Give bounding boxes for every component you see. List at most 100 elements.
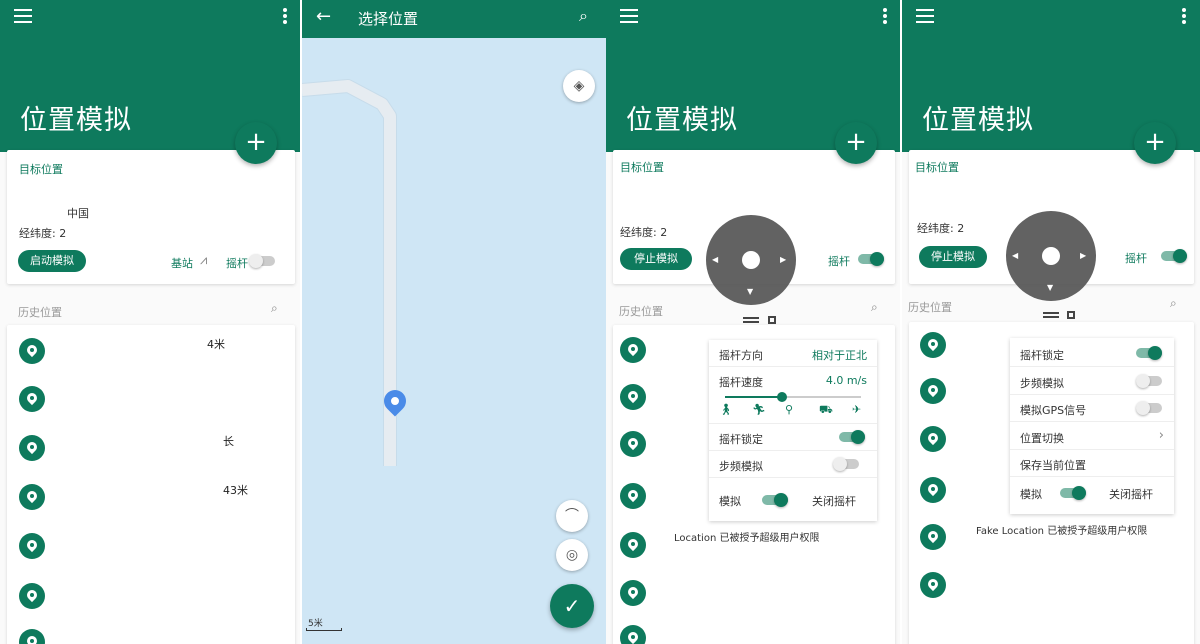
more-icon[interactable] (1182, 8, 1186, 26)
search-icon[interactable]: ⌕ (579, 6, 588, 26)
search-icon[interactable]: ⌕ (1170, 296, 1177, 311)
coords-text: 经纬度: 2 (917, 222, 965, 235)
speed-value: 4.0 m/s (825, 374, 867, 387)
step-toggle[interactable] (1136, 374, 1162, 388)
plane-icon[interactable]: ✈︎ (852, 403, 861, 416)
arrow-down-icon: ▼ (1047, 283, 1054, 292)
history-pin-icon[interactable] (920, 378, 946, 404)
history-pin-icon[interactable] (620, 337, 646, 363)
history-pin-icon[interactable] (19, 533, 45, 559)
page-title: 位置模拟 (626, 105, 738, 136)
run-icon[interactable]: 🏃︎ (752, 403, 766, 416)
car-icon[interactable]: ⛟ (819, 403, 833, 418)
target-label: 目标位置 (620, 161, 664, 174)
history-item[interactable]: 长 (223, 433, 234, 449)
lock-toggle[interactable] (839, 430, 865, 444)
joystick-knob[interactable] (1042, 247, 1060, 265)
window-icon[interactable] (1067, 311, 1075, 319)
history-pin-icon[interactable] (920, 332, 946, 358)
sim-toggle[interactable] (762, 493, 788, 507)
stop-sim-button[interactable]: 停止模拟 (620, 248, 692, 270)
joystick-control[interactable]: ◀ ▶ ▼ (706, 215, 796, 305)
history-pin-icon[interactable] (19, 338, 45, 364)
layers-icon[interactable]: ◈ (563, 70, 595, 102)
my-location-icon[interactable]: ◎ (556, 539, 588, 571)
menu-row[interactable]: 位置切换 › (1010, 423, 1174, 450)
history-pin-icon[interactable] (19, 629, 45, 644)
close-joystick-button[interactable]: 关闭摇杆 (1109, 486, 1153, 502)
speed-slider-thumb[interactable] (777, 392, 788, 402)
lock-row: 摇杆锁定 (709, 424, 877, 451)
search-icon[interactable]: ⌕ (271, 301, 278, 316)
status-message: Location 已被授予超级用户权限 (674, 533, 820, 544)
add-fab[interactable]: + (835, 122, 877, 164)
history-pin-icon[interactable] (620, 625, 646, 644)
close-joystick-button[interactable]: 关闭摇杆 (812, 493, 856, 509)
menu-row[interactable]: 步频模拟 (1010, 368, 1174, 395)
history-item[interactable]: 43米 (223, 482, 248, 498)
window-icon[interactable] (768, 316, 776, 324)
lock-toggle[interactable] (1136, 346, 1162, 360)
more-icon[interactable] (283, 8, 287, 26)
menu-label: 保存当前位置 (1020, 459, 1086, 472)
history-pin-icon[interactable] (620, 483, 646, 509)
chevron-right-icon: › (1158, 428, 1164, 443)
joystick-knob[interactable] (742, 251, 760, 269)
joystick-toggle[interactable] (1161, 249, 1187, 263)
bike-icon[interactable]: ⚲ (785, 403, 793, 416)
joystick-toggle[interactable] (858, 252, 884, 266)
direction-value[interactable]: 相对于正北 (812, 347, 867, 363)
back-arrow-icon[interactable]: ← (316, 6, 331, 27)
sheet-footer: 模拟 关闭摇杆 (709, 486, 877, 516)
direction-row[interactable]: 摇杆方向 相对于正北 (709, 340, 877, 367)
add-fab[interactable]: + (235, 122, 277, 164)
history-pin-icon[interactable] (19, 484, 45, 510)
walk-icon[interactable]: 🚶︎ (719, 403, 733, 416)
sim-label: 模拟 (1020, 488, 1042, 501)
search-icon[interactable]: ⌕ (871, 300, 878, 315)
drag-handle-icon[interactable] (1043, 312, 1059, 318)
joystick-toggle[interactable] (249, 254, 275, 268)
target-label: 目标位置 (915, 161, 959, 174)
history-pin-icon[interactable] (920, 572, 946, 598)
menu-row[interactable]: 摇杆锁定 (1010, 340, 1174, 367)
panel-joystick-menu: 位置模拟 目标位置 经纬度: 2 停止模拟 摇杆 + 历史位置 ⌕ ◀ ▶ ▼ … (902, 0, 1200, 644)
speed-label: 摇杆速度 (719, 376, 763, 389)
add-fab[interactable]: + (1134, 122, 1176, 164)
history-pin-icon[interactable] (19, 386, 45, 412)
speed-slider[interactable] (725, 392, 861, 402)
sim-toggle[interactable] (1060, 486, 1086, 500)
history-pin-icon[interactable] (620, 384, 646, 410)
menu-label: 摇杆锁定 (1020, 349, 1064, 362)
menu-row[interactable]: 保存当前位置 (1010, 450, 1174, 477)
joystick-control[interactable]: ◀ ▶ ▼ (1006, 211, 1096, 301)
road (302, 80, 396, 466)
history-pin-icon[interactable] (620, 580, 646, 606)
drag-handle-icon[interactable] (743, 317, 759, 323)
joystick-label: 摇杆 (1125, 252, 1147, 265)
history-pin-icon[interactable] (19, 435, 45, 461)
history-header: 历史位置 (908, 301, 952, 314)
history-item[interactable]: 4米 (207, 336, 225, 352)
gps-toggle[interactable] (1136, 401, 1162, 415)
route-icon[interactable]: ⌒ (556, 500, 588, 532)
confirm-button[interactable]: ✓ (550, 584, 594, 628)
menu-label: 模拟GPS信号 (1020, 404, 1087, 417)
more-icon[interactable] (883, 8, 887, 26)
menu-row[interactable]: 模拟GPS信号 (1010, 395, 1174, 422)
step-toggle[interactable] (833, 457, 859, 471)
step-row: 步频模拟 (709, 451, 877, 478)
history-pin-icon[interactable] (920, 524, 946, 550)
history-pin-icon[interactable] (620, 431, 646, 457)
arrow-down-icon: ▼ (747, 287, 754, 296)
history-pin-icon[interactable] (920, 477, 946, 503)
stop-sim-button[interactable]: 停止模拟 (919, 246, 987, 268)
history-pin-icon[interactable] (620, 532, 646, 558)
history-pin-icon[interactable] (920, 426, 946, 452)
start-sim-button[interactable]: 启动模拟 (18, 250, 86, 272)
menu-icon[interactable] (14, 9, 32, 23)
lock-label: 摇杆锁定 (719, 433, 763, 446)
menu-icon[interactable] (620, 9, 638, 23)
menu-icon[interactable] (916, 9, 934, 23)
history-pin-icon[interactable] (19, 583, 45, 609)
